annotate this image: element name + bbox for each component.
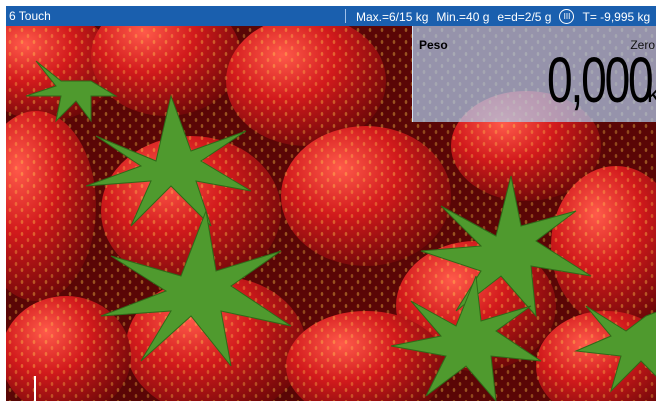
- weight-label: Peso: [419, 38, 448, 52]
- min-capacity: Min.=40 g: [436, 9, 490, 24]
- status-divider: [345, 9, 346, 23]
- status-bar: 6 Touch Max.=6/15 kg Min.=40 g e=d=2/5 g…: [6, 6, 656, 26]
- max-capacity: Max.=6/15 kg: [356, 9, 429, 24]
- accuracy-class-badge: III: [559, 9, 575, 24]
- device-title: 6 Touch: [9, 9, 51, 23]
- weight-value: 0,000: [547, 44, 654, 116]
- text-cursor: [34, 376, 36, 401]
- scale-interval: e=d=2/5 g: [497, 9, 552, 24]
- scale-screen: 6 Touch Max.=6/15 kg Min.=40 g e=d=2/5 g…: [6, 0, 656, 401]
- weight-display-panel: Peso Zero 0,000 kg: [412, 26, 656, 122]
- tare-value: T= -9,995 kg: [582, 9, 651, 24]
- scale-specs: Max.=6/15 kg Min.=40 g e=d=2/5 g III T= …: [356, 9, 650, 24]
- weight-unit: kg: [647, 78, 656, 108]
